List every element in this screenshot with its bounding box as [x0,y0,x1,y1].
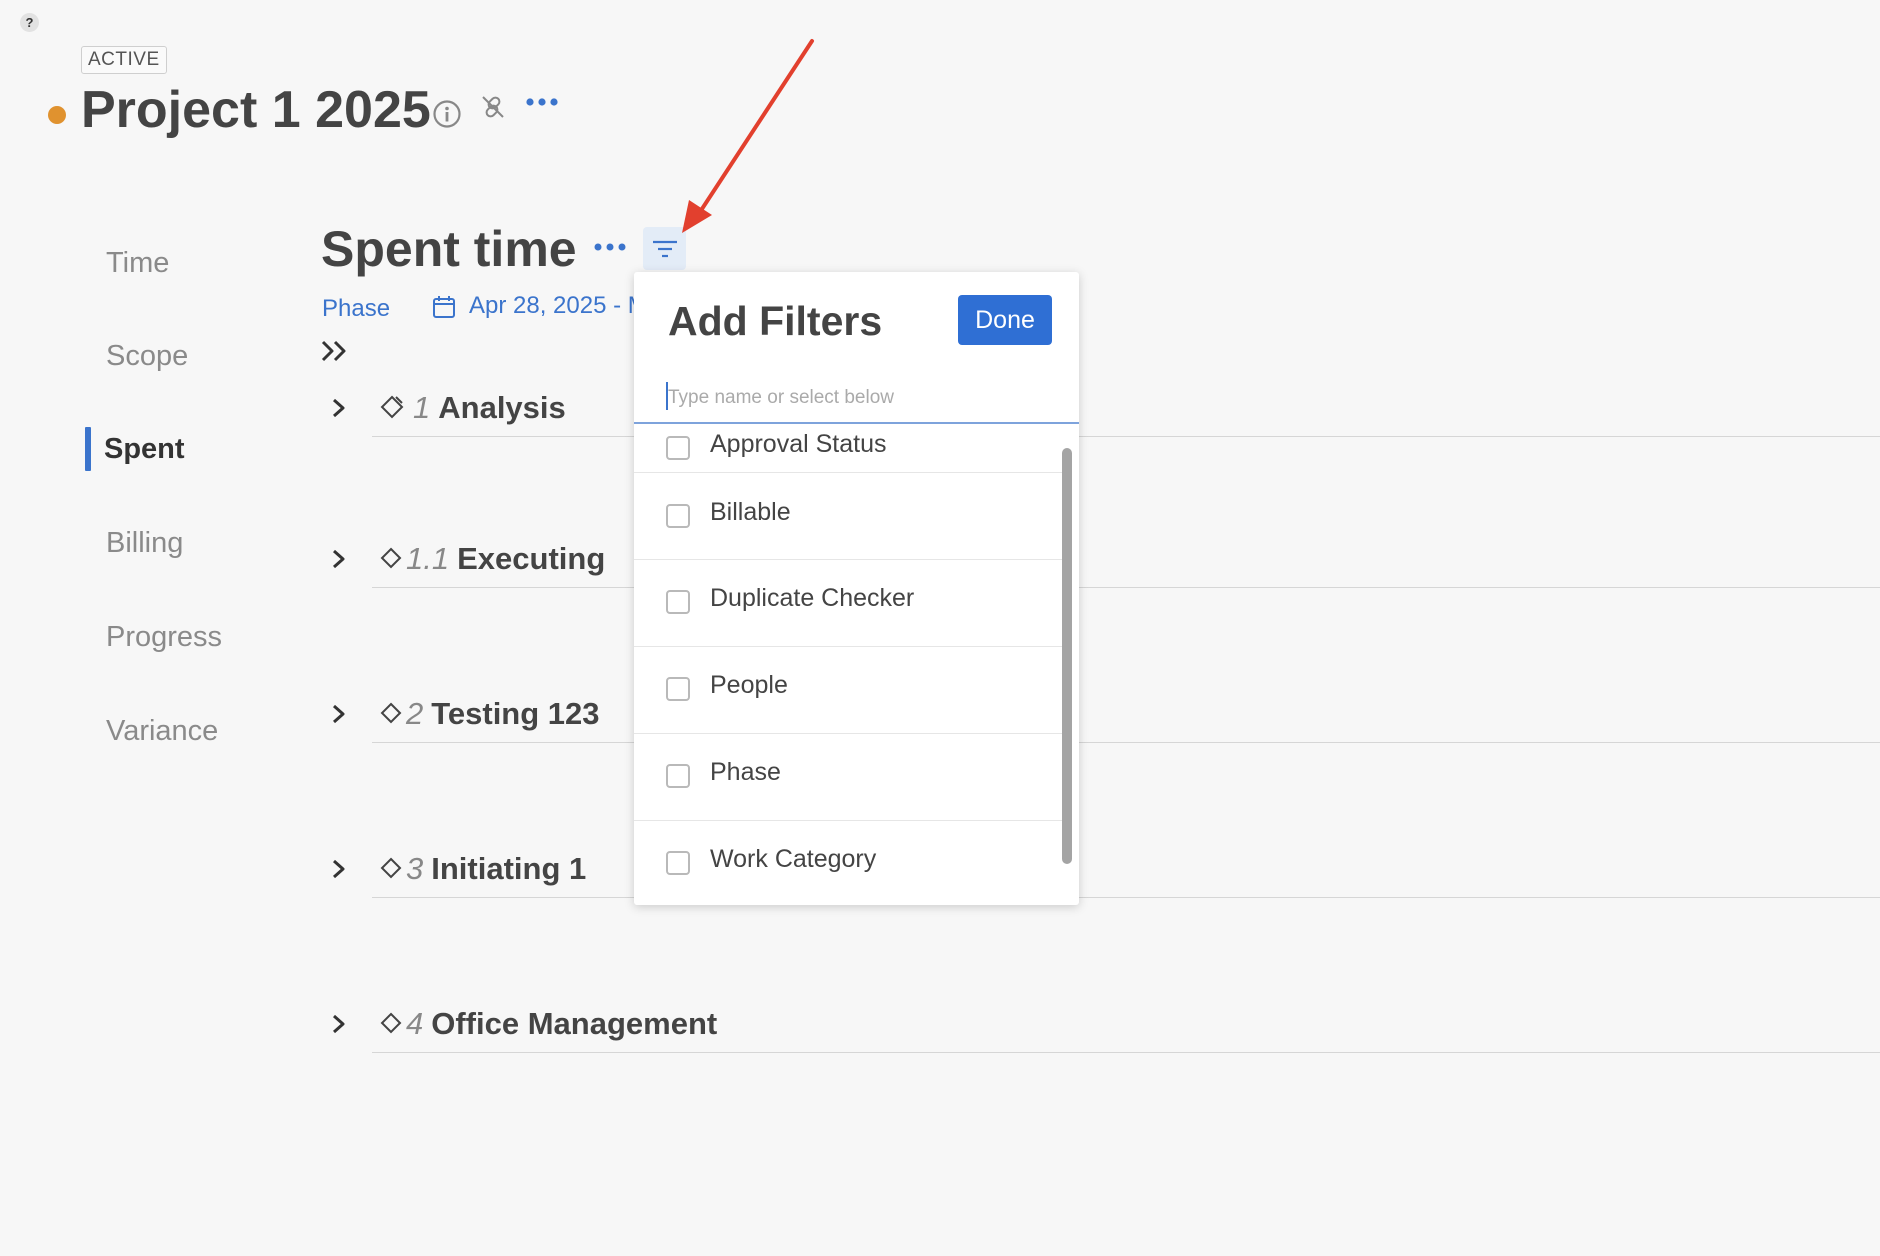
filter-option-billable[interactable]: Billable [634,473,1062,559]
checkbox[interactable] [666,590,690,614]
popover-title: Add Filters [668,298,883,344]
phase-row-label[interactable]: 1 Analysis [413,390,566,426]
phase-row-label[interactable]: 3 Initiating 1 [406,851,586,887]
popover-scrollbar[interactable] [1062,448,1072,864]
row-expand-chevron-icon[interactable] [329,703,349,730]
status-dot [48,106,66,124]
add-filters-popover: Add Filters Done Approval Status Billabl… [634,272,1079,905]
filter-search-input[interactable] [634,374,1079,424]
checkbox[interactable] [666,436,690,460]
date-range-selector[interactable]: Apr 28, 2025 - M [469,292,648,320]
sidebar-item-scope[interactable]: Scope [106,340,188,373]
filter-option-label: Phase [710,758,781,786]
filter-option-duplicate-checker[interactable]: Duplicate Checker [634,560,1062,646]
project-more-options-icon[interactable] [524,95,560,113]
checkbox[interactable] [666,677,690,701]
checkbox[interactable] [666,764,690,788]
phase-diamond-icon [380,1012,402,1039]
phase-diamond-icon [380,702,402,729]
filter-button[interactable] [643,227,686,270]
checkbox[interactable] [666,504,690,528]
filter-option-label: Duplicate Checker [710,584,915,612]
checkbox[interactable] [666,851,690,875]
sidebar-item-spent[interactable]: Spent [104,433,185,466]
help-button[interactable]: ? [20,13,39,32]
filter-option-approval-status[interactable]: Approval Status [634,424,1062,472]
text-cursor [666,382,668,410]
phase-diamond-icon [380,547,402,574]
info-icon[interactable] [432,99,462,134]
done-button[interactable]: Done [958,295,1052,345]
project-title: Project 1 2025 [81,81,431,139]
filter-option-label: Approval Status [710,430,887,458]
filter-option-phase[interactable]: Phase [634,734,1062,820]
expand-all-icon[interactable] [320,339,350,368]
sidebar-item-time[interactable]: Time [106,247,169,280]
calendar-icon[interactable] [432,295,456,324]
row-expand-chevron-icon[interactable] [329,1013,349,1040]
group-by-phase-link[interactable]: Phase [322,295,390,323]
sidebar-active-indicator [85,427,91,471]
row-divider [372,1052,1880,1053]
filter-option-label: Billable [710,498,791,526]
status-badge: ACTIVE [81,46,167,74]
filter-option-people[interactable]: People [634,647,1062,733]
phase-diamond-icon [380,857,402,884]
sidebar-item-variance[interactable]: Variance [106,715,218,748]
filter-option-work-category[interactable]: Work Category [634,821,1062,905]
sidebar-item-progress[interactable]: Progress [106,621,222,654]
unlink-icon[interactable] [481,95,505,124]
filter-icon [652,240,677,257]
row-expand-chevron-icon[interactable] [329,858,349,885]
row-divider [372,587,1880,588]
sidebar-item-billing[interactable]: Billing [106,527,183,560]
row-divider [372,897,1880,898]
filter-option-label: Work Category [710,845,877,873]
section-more-options-icon[interactable] [593,240,627,258]
phase-row-label[interactable]: 4 Office Management [406,1006,717,1042]
row-expand-chevron-icon[interactable] [329,548,349,575]
row-expand-chevron-icon[interactable] [329,397,349,424]
section-title: Spent time [321,221,577,277]
filter-option-label: People [710,671,788,699]
row-divider [372,742,1880,743]
phase-diamond-icon [380,395,404,424]
phase-row-label[interactable]: 1.1 Executing [406,541,605,577]
phase-row-label[interactable]: 2 Testing 123 [406,696,600,732]
row-divider [372,436,1880,437]
